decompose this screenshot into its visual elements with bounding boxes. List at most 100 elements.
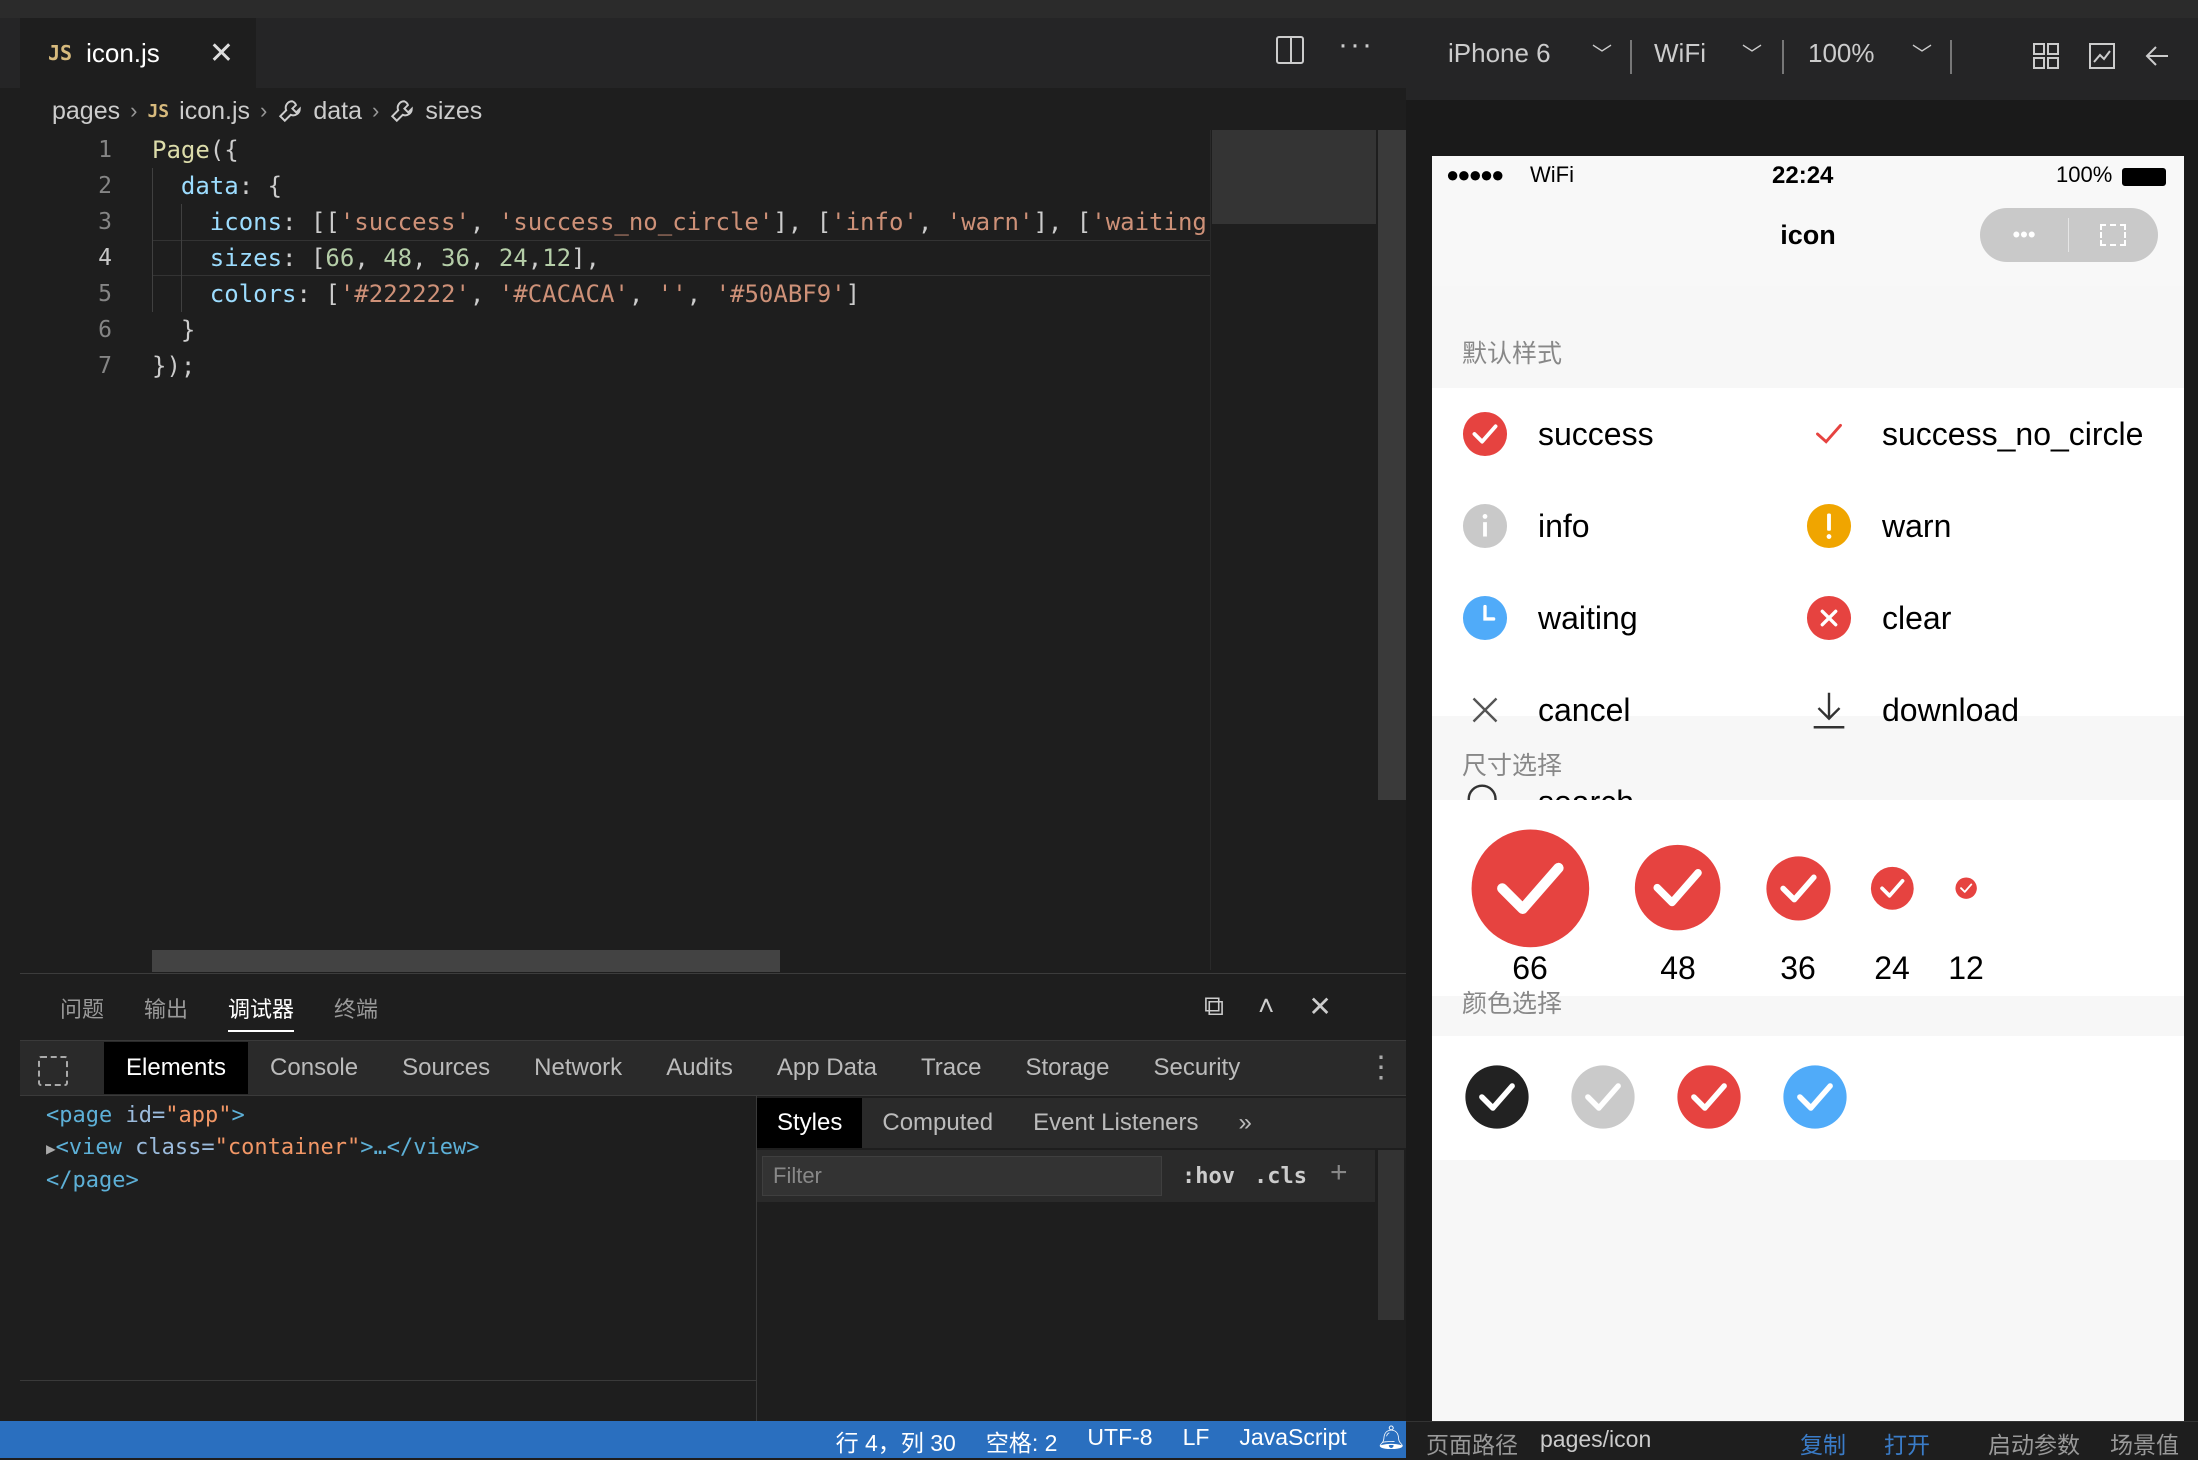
devtools-tab-storage[interactable]: Storage (1003, 1042, 1131, 1094)
chevron-right-icon: › (130, 98, 138, 123)
code-line: sizes: [66, 48, 36, 24,12], (209, 244, 601, 272)
open-link[interactable]: 打开 (1884, 1426, 1930, 1460)
launch-params-link[interactable]: 启动参数 (1988, 1426, 2080, 1460)
hov-toggle[interactable]: :hov (1182, 1164, 1235, 1189)
styles-tabs: Styles Computed Event Listeners» (757, 1098, 1407, 1148)
info-icon (1462, 503, 1508, 549)
devtools-tab-elements[interactable]: Elements (104, 1042, 249, 1094)
size-12-icon (1955, 877, 1977, 899)
code-editor[interactable]: Page({ data: { icons: [['success', 'succ… (152, 132, 1210, 942)
minimap[interactable] (1210, 130, 1376, 970)
devtools-tab-console[interactable]: Console (248, 1042, 380, 1094)
section-default-title: 默认样式 (1462, 340, 1563, 368)
devtools-tab-trace[interactable]: Trace (899, 1042, 1003, 1094)
encoding[interactable]: UTF-8 (1087, 1424, 1152, 1458)
panel-controls: ⧉ ˄ ✕ (1204, 990, 1332, 1023)
screenshot-icon[interactable] (2088, 42, 2116, 70)
capsule-menu[interactable]: ••• (1980, 208, 2158, 262)
vertical-scrollbar[interactable] (1378, 130, 1406, 800)
close-icon[interactable]: ✕ (209, 36, 234, 71)
styles-scrollbar[interactable] (1378, 1150, 1404, 1320)
breadcrumb-pages[interactable]: pages (52, 97, 120, 126)
devtools-tab-security[interactable]: Security (1132, 1042, 1263, 1094)
cls-toggle[interactable]: .cls (1254, 1164, 1307, 1189)
indentation[interactable]: 空格: 2 (986, 1424, 1058, 1458)
minimap-viewport[interactable] (1212, 130, 1376, 224)
breadcrumb-sizes[interactable]: sizes (425, 97, 482, 126)
cursor-position[interactable]: 行 4，列 30 (836, 1424, 956, 1458)
editor-tab-icon-js[interactable]: JS icon.js ✕ (20, 18, 256, 88)
icon-item-info: info (1462, 490, 1590, 562)
split-editor-icon[interactable] (1276, 36, 1304, 64)
chevron-down-icon[interactable]: ﹀ (1592, 38, 1612, 67)
color-swatch-icon (1571, 1065, 1635, 1129)
expand-triangle-icon[interactable]: ▶ (46, 1139, 56, 1158)
waiting-icon (1462, 595, 1508, 641)
devtools-tab-audits[interactable]: Audits (644, 1042, 755, 1094)
styles-tab-computed[interactable]: Computed (862, 1098, 1013, 1148)
size-label: 24 (1874, 950, 1910, 986)
js-file-icon: JS (147, 100, 170, 122)
inspect-element-icon[interactable] (38, 1056, 68, 1086)
chevron-up-icon[interactable]: ˄ (1258, 990, 1274, 1023)
wrench-icon (279, 100, 302, 123)
size-label: 48 (1660, 950, 1696, 986)
icon-label: info (1538, 507, 1590, 544)
divider (1782, 40, 1784, 74)
status-items: 行 4，列 30 空格: 2 UTF-8 LF JavaScript 🔔︎ (836, 1424, 1406, 1458)
tab-title: icon.js (86, 37, 160, 68)
dom-node-page[interactable]: <page id="app"> (46, 1100, 746, 1132)
panel-tab[interactable]: 调试器 (228, 992, 295, 1032)
scene-value-link[interactable]: 场景值 (2110, 1426, 2179, 1460)
capsule-more-icon[interactable]: ••• (1980, 222, 2068, 248)
add-style-rule-icon[interactable]: + (1330, 1156, 1348, 1190)
code-line: colors: ['#222222', '#CACACA', '', '#50A… (209, 280, 861, 308)
icon-label: cancel (1538, 691, 1631, 728)
battery-label: 100% (2056, 162, 2113, 187)
horizontal-scrollbar[interactable] (152, 950, 780, 972)
device-select[interactable]: iPhone 6 (1448, 38, 1551, 69)
code-line: }); (152, 352, 196, 380)
zoom-select[interactable]: 100% (1808, 38, 1875, 69)
capsule-fullscreen-icon[interactable] (2069, 224, 2157, 246)
clear-icon (1806, 595, 1852, 641)
more-tabs-icon[interactable]: » (1219, 1098, 1272, 1148)
devtools-tab-app-data[interactable]: App Data (755, 1042, 899, 1094)
end-of-line[interactable]: LF (1183, 1424, 1210, 1458)
size-66-icon (1471, 829, 1589, 947)
more-actions-icon[interactable]: ··· (1338, 28, 1374, 62)
line-number: 3 (98, 209, 112, 235)
chevron-right-icon: › (260, 98, 268, 123)
section-sizes-title: 尺寸选择 (1462, 752, 1563, 780)
close-panel-icon[interactable]: ✕ (1308, 990, 1331, 1023)
copy-link[interactable]: 复制 (1800, 1426, 1846, 1460)
chevron-down-icon[interactable]: ﹀ (1912, 38, 1932, 67)
language-mode[interactable]: JavaScript (1239, 1424, 1346, 1458)
dom-tree[interactable]: <page id="app"> ▶<view class="container"… (46, 1100, 746, 1197)
page-path-value: pages/icon (1540, 1426, 1652, 1452)
network-select[interactable]: WiFi (1654, 38, 1706, 69)
panel-tab[interactable]: 输出 (144, 992, 188, 1032)
panel-tab[interactable]: 问题 (60, 992, 104, 1032)
arrow-left-icon[interactable] (2144, 42, 2172, 70)
icon-item-success-no-circle: success_no_circle (1806, 398, 2143, 470)
icon-item-success: success (1462, 398, 1654, 470)
styles-tab-styles[interactable]: Styles (757, 1098, 863, 1148)
panel-tabs: 问题 输出 调试器 终端 (60, 992, 378, 1032)
panel-layout-icon[interactable]: ⧉ (1204, 990, 1224, 1023)
wifi-label: WiFi (1530, 162, 1574, 187)
breadcrumb-file[interactable]: icon.js (179, 97, 250, 126)
breadcrumb-data[interactable]: data (313, 97, 362, 126)
size-label: 12 (1948, 950, 1984, 986)
kebab-menu-icon[interactable]: ⋮ (1366, 1050, 1396, 1085)
dom-node-page-close[interactable]: </page> (46, 1165, 746, 1197)
panel-tab[interactable]: 终端 (334, 992, 378, 1032)
devtools-tab-network[interactable]: Network (512, 1042, 644, 1094)
dom-node-view[interactable]: ▶<view class="container">…</view> (46, 1132, 746, 1165)
styles-tab-event-listeners[interactable]: Event Listeners (1013, 1098, 1218, 1148)
bell-icon[interactable]: 🔔︎ (1377, 1424, 1406, 1458)
grid-icon[interactable] (2032, 42, 2060, 70)
chevron-down-icon[interactable]: ﹀ (1742, 38, 1762, 67)
devtools-tab-sources[interactable]: Sources (380, 1042, 512, 1094)
styles-filter-input[interactable]: Filter (762, 1156, 1162, 1196)
